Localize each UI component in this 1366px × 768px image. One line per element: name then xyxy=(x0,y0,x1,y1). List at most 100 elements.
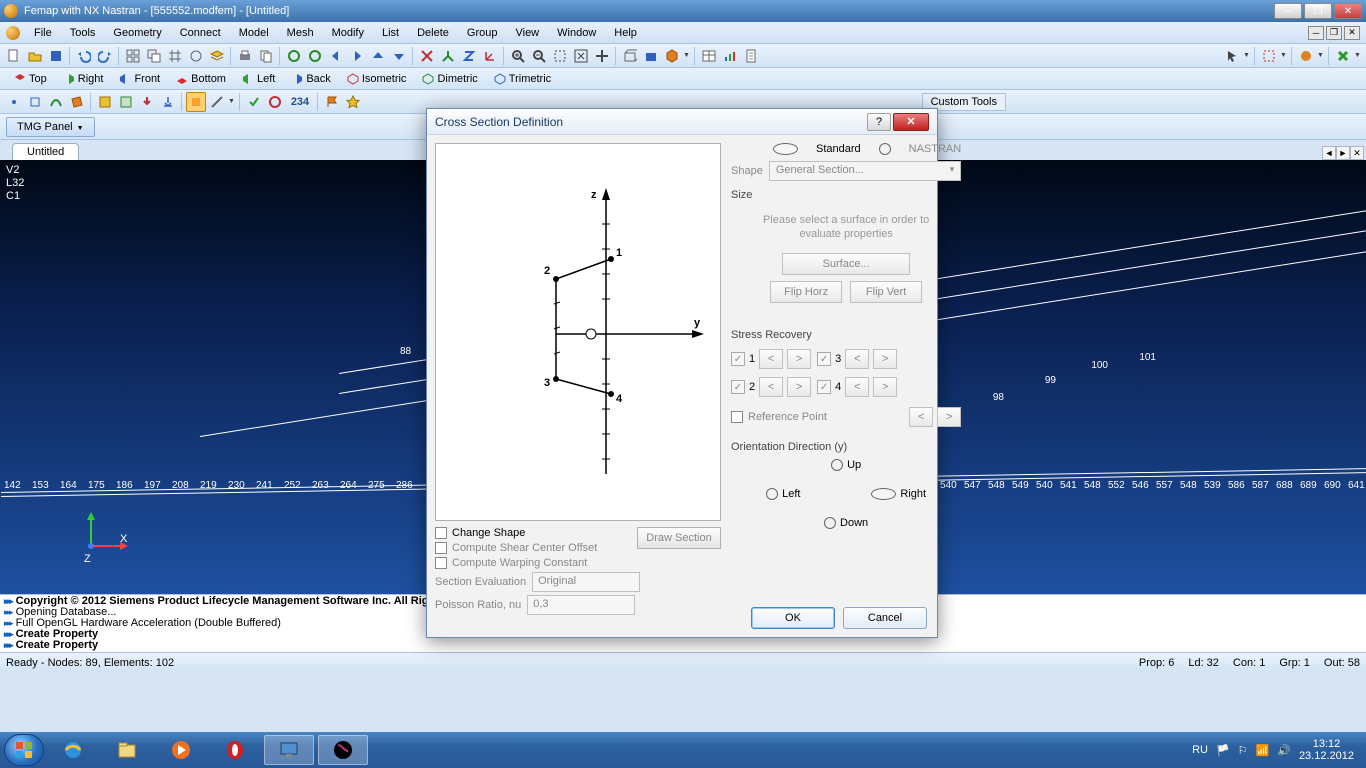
analyze-button[interactable] xyxy=(265,92,285,112)
surface-button[interactable] xyxy=(67,92,87,112)
cancel-button[interactable]: Cancel xyxy=(843,607,927,629)
taskbar-app-explorer[interactable] xyxy=(102,735,152,765)
wireframe-button[interactable] xyxy=(620,46,640,66)
save-button[interactable] xyxy=(46,46,66,66)
pan-button[interactable] xyxy=(592,46,612,66)
view-front-button[interactable]: Front xyxy=(113,72,166,86)
report-button[interactable] xyxy=(741,46,761,66)
menu-model[interactable]: Model xyxy=(231,25,277,41)
zoom-fit-button[interactable] xyxy=(571,46,591,66)
menu-group[interactable]: Group xyxy=(459,25,506,41)
view-dimetric-button[interactable]: Dimetric xyxy=(416,72,483,86)
arrow-down-button[interactable] xyxy=(389,46,409,66)
tray-network-icon[interactable]: 📶 xyxy=(1256,744,1270,757)
sr4-checkbox[interactable]: ✓ xyxy=(817,380,831,394)
redo-button[interactable] xyxy=(95,46,115,66)
view-left-button[interactable]: Left xyxy=(236,72,281,86)
view-right-button[interactable]: Right xyxy=(57,72,110,86)
sr3-checkbox[interactable]: ✓ xyxy=(817,352,831,366)
app-menu-icon[interactable] xyxy=(6,26,20,40)
taskbar-app-desktop[interactable] xyxy=(264,735,314,765)
window-minimize-button[interactable]: ─ xyxy=(1274,3,1302,19)
undo-button[interactable] xyxy=(74,46,94,66)
triad-button[interactable] xyxy=(480,46,500,66)
menu-geometry[interactable]: Geometry xyxy=(105,25,169,41)
chart-button[interactable] xyxy=(720,46,740,66)
delete-dropdown[interactable]: ▼ xyxy=(1354,52,1362,59)
start-button[interactable] xyxy=(4,734,44,766)
menu-modify[interactable]: Modify xyxy=(324,25,372,41)
view-back-button[interactable]: Back xyxy=(285,72,336,86)
poisson-input[interactable]: 0,3 xyxy=(527,595,635,615)
zoom-out-button[interactable] xyxy=(529,46,549,66)
table-button[interactable] xyxy=(699,46,719,66)
rotate-right-button[interactable] xyxy=(305,46,325,66)
cascade-button[interactable] xyxy=(144,46,164,66)
orient-down-radio[interactable] xyxy=(824,517,836,529)
node-button[interactable] xyxy=(4,92,24,112)
menu-mesh[interactable]: Mesh xyxy=(279,25,322,41)
view-top-button[interactable]: Top xyxy=(8,72,53,86)
tmg-panel-button[interactable]: TMG Panel▼ xyxy=(6,117,95,137)
constraint-button[interactable] xyxy=(158,92,178,112)
tile-button[interactable] xyxy=(123,46,143,66)
pick-button[interactable] xyxy=(1259,46,1279,66)
sr2-next-button[interactable]: > xyxy=(787,377,811,397)
delete-sel-button[interactable] xyxy=(1333,46,1353,66)
nastran-radio[interactable] xyxy=(879,143,891,155)
axis-z-button[interactable] xyxy=(459,46,479,66)
taskbar-app-femap[interactable] xyxy=(318,735,368,765)
orient-right-radio[interactable] xyxy=(871,488,896,500)
menu-delete[interactable]: Delete xyxy=(409,25,457,41)
reference-point-checkbox[interactable]: Reference Point xyxy=(731,411,827,423)
language-indicator[interactable]: RU xyxy=(1192,744,1208,756)
taskbar-app-opera[interactable] xyxy=(210,735,260,765)
layers-button[interactable] xyxy=(207,46,227,66)
select-dropdown[interactable]: ▼ xyxy=(1243,52,1251,59)
dialog-titlebar[interactable]: Cross Section Definition ? ✕ xyxy=(427,109,937,135)
number-234-button[interactable]: 234 xyxy=(286,92,314,112)
sr4-next-button[interactable]: > xyxy=(873,377,897,397)
menu-tools[interactable]: Tools xyxy=(62,25,104,41)
view-trimetric-button[interactable]: Trimetric xyxy=(488,72,557,86)
sr3-prev-button[interactable]: < xyxy=(845,349,869,369)
draw-section-button[interactable]: Draw Section xyxy=(637,527,721,549)
shaded-button[interactable] xyxy=(641,46,661,66)
axis-y-button[interactable] xyxy=(438,46,458,66)
window-close-button[interactable]: ✕ xyxy=(1334,3,1362,19)
load-button[interactable] xyxy=(137,92,157,112)
highlight-button[interactable] xyxy=(1296,46,1316,66)
shear-offset-checkbox[interactable]: Compute Shear Center Offset xyxy=(435,542,631,554)
new-file-button[interactable] xyxy=(4,46,24,66)
arrow-left-button[interactable] xyxy=(326,46,346,66)
mdi-minimize-button[interactable]: ─ xyxy=(1308,26,1324,40)
menu-connect[interactable]: Connect xyxy=(172,25,229,41)
shape-select[interactable]: General Section... xyxy=(769,161,961,181)
sr1-checkbox[interactable]: ✓ xyxy=(731,352,745,366)
menu-view[interactable]: View xyxy=(507,25,547,41)
mdi-restore-button[interactable]: ❐ xyxy=(1326,26,1342,40)
tab-next-button[interactable]: ► xyxy=(1336,146,1350,160)
measure-dropdown[interactable]: ▼ xyxy=(228,98,236,105)
print-button[interactable] xyxy=(235,46,255,66)
orient-left-radio[interactable] xyxy=(766,488,778,500)
arrow-right-button[interactable] xyxy=(347,46,367,66)
document-tab-untitled[interactable]: Untitled xyxy=(12,143,79,160)
sr4-prev-button[interactable]: < xyxy=(845,377,869,397)
pick-dropdown[interactable]: ▼ xyxy=(1280,52,1288,59)
arrow-up-button[interactable] xyxy=(368,46,388,66)
select-arrow-button[interactable] xyxy=(1222,46,1242,66)
property-button[interactable] xyxy=(116,92,136,112)
zoom-in-button[interactable] xyxy=(508,46,528,66)
render-button[interactable] xyxy=(662,46,682,66)
check-button[interactable] xyxy=(244,92,264,112)
change-shape-checkbox[interactable]: Change Shape xyxy=(435,527,631,539)
sr2-prev-button[interactable]: < xyxy=(759,377,783,397)
taskbar-app-wmp[interactable] xyxy=(156,735,206,765)
view-bottom-button[interactable]: Bottom xyxy=(170,72,232,86)
flip-horz-button[interactable]: Flip Horz xyxy=(770,281,842,303)
tab-close-button[interactable]: ✕ xyxy=(1350,146,1364,160)
refpt-next-button[interactable]: > xyxy=(937,407,961,427)
section-eval-select[interactable]: Original xyxy=(532,572,640,592)
render-dropdown[interactable]: ▼ xyxy=(683,52,691,59)
